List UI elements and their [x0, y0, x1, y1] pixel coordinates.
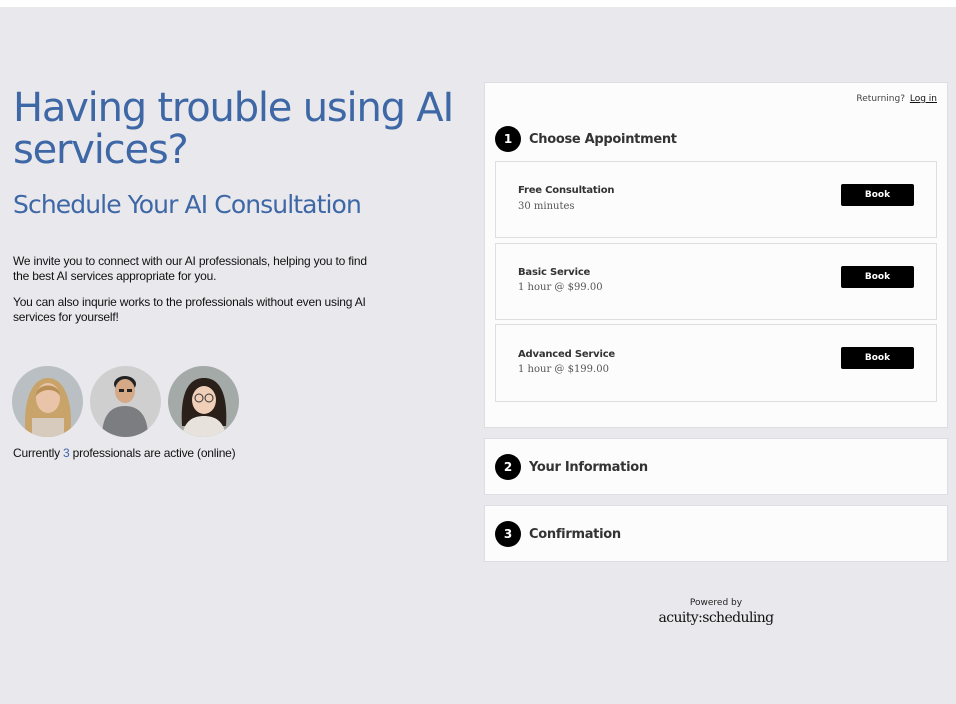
service-name: Basic Service — [518, 267, 591, 278]
step-number: 3 — [495, 521, 521, 547]
service-detail: 1 hour @ $199.00 — [518, 364, 609, 375]
service-basic: Basic Service 1 hour @ $99.00 Book — [495, 243, 937, 320]
service-name: Advanced Service — [518, 349, 616, 360]
service-detail: 1 hour @ $99.00 — [518, 282, 603, 293]
powered-by-label: Powered by — [689, 598, 743, 608]
step-label: Your Information — [529, 459, 648, 475]
step-label: Confirmation — [529, 526, 621, 542]
avatar — [168, 366, 239, 437]
active-suffix: professionals are active (online) — [69, 446, 236, 460]
step-number: 1 — [495, 126, 521, 152]
page-title: Having trouble using AI services? — [13, 85, 454, 173]
service-free-consultation: Free Consultation 30 minutes Book — [495, 161, 937, 238]
service-name: Free Consultation — [518, 185, 615, 196]
step-label: Choose Appointment — [529, 131, 677, 147]
step-choose-appointment: 1 Choose Appointment — [495, 126, 677, 152]
powered-by-footer: Powered by acuity:scheduling — [640, 598, 792, 626]
page-subtitle: Schedule Your AI Consultation — [13, 190, 362, 219]
active-prefix: Currently — [13, 446, 64, 460]
secondary-paragraph: You can also inqurie works to the profes… — [13, 295, 366, 324]
login-link[interactable]: Log in — [910, 94, 937, 104]
book-basic-service-button[interactable]: Book — [841, 266, 914, 288]
top-bar — [0, 0, 956, 7]
returning-label: Returning? — [856, 94, 905, 104]
step-number: 2 — [495, 454, 521, 480]
active-professionals-text: Currently 3 professionals are active (on… — [13, 446, 236, 460]
returning-login: Returning? Log in — [856, 94, 937, 104]
avatar — [90, 366, 161, 437]
acuity-logo[interactable]: acuity:scheduling — [640, 610, 792, 626]
book-advanced-service-button[interactable]: Book — [841, 347, 914, 369]
your-information-panel[interactable]: 2 Your Information — [484, 438, 948, 495]
professional-avatars — [12, 366, 246, 437]
book-free-consultation-button[interactable]: Book — [841, 184, 914, 206]
intro-paragraph: We invite you to connect with our AI pro… — [13, 254, 367, 283]
avatar — [12, 366, 83, 437]
step-your-information: 2 Your Information — [495, 454, 648, 480]
confirmation-panel[interactable]: 3 Confirmation — [484, 505, 948, 562]
service-detail: 30 minutes — [518, 201, 575, 212]
step-confirmation: 3 Confirmation — [495, 521, 621, 547]
choose-appointment-panel: Returning? Log in 1 Choose Appointment F… — [484, 82, 948, 428]
service-advanced: Advanced Service 1 hour @ $199.00 Book — [495, 324, 937, 402]
